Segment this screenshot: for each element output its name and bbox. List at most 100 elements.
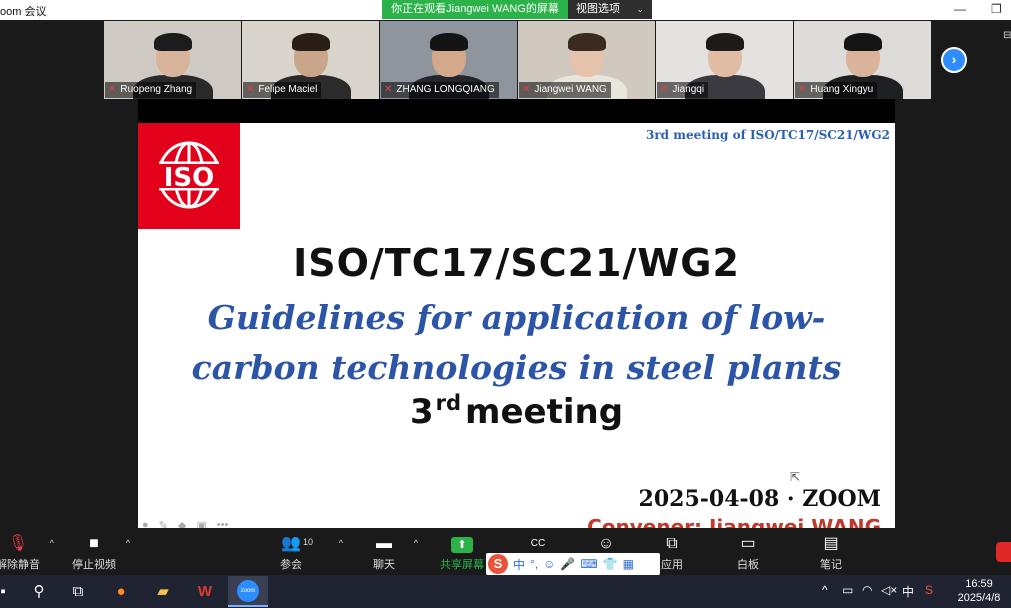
volume-muted-icon[interactable]: ◁× — [881, 583, 897, 597]
slide-header-bar — [138, 99, 895, 123]
zoom-taskbar-label: zoom — [237, 580, 259, 602]
chevron-right-icon: › — [951, 51, 957, 67]
emoji-icon[interactable]: ☺ — [543, 557, 555, 571]
cc-icon: CC — [530, 538, 546, 549]
sogou-tray-icon[interactable]: S — [925, 583, 933, 597]
participant-hair — [843, 33, 882, 51]
participant-tile[interactable]: ✕ Ruopeng Zhang — [104, 21, 241, 99]
chevron-up-icon[interactable]: ^ — [50, 538, 54, 548]
participant-tile[interactable]: ✕ ZHANG LONGQIANG — [380, 21, 517, 99]
side-panel-icon[interactable]: ⊟ — [1003, 30, 1011, 41]
whiteboard-button[interactable]: ▭ 白板 — [736, 534, 760, 572]
participant-tile[interactable]: ✕ Huang Xingyu — [794, 21, 931, 99]
meeting-word: meeting — [465, 392, 624, 432]
apps-button[interactable]: ⧉ 应用 — [660, 534, 684, 572]
notes-button[interactable]: ▤ 笔记 — [819, 534, 843, 572]
stop-video-button[interactable]: ■ 停止视频 ^ — [72, 534, 130, 572]
slide-date: 2025-04-08 · ZOOM — [638, 486, 881, 512]
ime-toolbar[interactable]: S 中 °, ☺ 🎤 ⌨ 👕 ▦ — [486, 553, 660, 575]
app-title: oom 会议 — [0, 6, 47, 18]
participant-tile[interactable]: ✕ Jiangqi — [656, 21, 793, 99]
meeting-number-digit: 3 — [409, 392, 434, 432]
mouse-cursor-icon: ⇱ — [790, 470, 801, 484]
end-meeting-button[interactable] — [996, 542, 1011, 562]
file-explorer-icon[interactable]: ▰ — [152, 581, 174, 603]
input-language[interactable]: 中 — [902, 583, 914, 600]
zoom-taskbar-icon[interactable]: zoom — [228, 576, 268, 607]
watching-screen-label: 你正在观看Jiangwei WANG的屏幕 — [382, 0, 568, 19]
notes-label: 笔记 — [820, 559, 842, 571]
next-page-button[interactable]: › — [941, 47, 967, 73]
whiteboard-icon: ▭ — [740, 535, 756, 552]
windows-taskbar: ▪ ⚲ ⧉ ● ▰ W zoom ^ ▭ ◠ ◁× 中 S 16:59 2025… — [0, 575, 1011, 608]
battery-icon[interactable]: ▭ — [842, 583, 853, 597]
voice-icon[interactable]: 🎤 — [560, 557, 575, 571]
participant-nameplate: ✕ Huang Xingyu — [795, 82, 878, 98]
eraser-icon[interactable]: ◆ — [178, 519, 186, 528]
apps-label: 应用 — [661, 559, 683, 571]
share-screen-button[interactable]: ⬆ 共享屏幕 — [440, 534, 484, 572]
unmute-button[interactable]: 🎙 解除静音 ^ — [0, 534, 54, 572]
skin-icon[interactable]: 👕 — [603, 557, 618, 571]
share-banner: 你正在观看Jiangwei WANG的屏幕 视图选项 ⌄ — [382, 0, 652, 19]
firefox-icon[interactable]: ● — [110, 581, 132, 603]
notes-icon: ▤ — [823, 535, 839, 552]
wifi-icon[interactable]: ◠ — [862, 583, 872, 597]
participant-nameplate: ✕ Jiangwei WANG — [519, 82, 611, 98]
punctuation-icon[interactable]: °, — [530, 557, 538, 571]
mic-muted-icon: ✕ — [798, 84, 807, 95]
window-titlebar: oom 会议 你正在观看Jiangwei WANG的屏幕 视图选项 ⌄ — ❐ — [0, 0, 1011, 20]
chat-button[interactable]: ▬ 聊天 ^ — [372, 534, 418, 572]
participant-nameplate: ✕ Jiangqi — [657, 82, 709, 98]
task-view-icon[interactable]: ⧉ — [67, 581, 89, 603]
whiteboard-label: 白板 — [737, 559, 759, 571]
show-hidden-icons-icon[interactable]: ^ — [822, 583, 828, 597]
participant-hair — [291, 33, 330, 51]
meeting-tag: 3rd meeting of ISO/TC17/SC21/WG2 — [646, 128, 890, 142]
smiley-icon: ☺ — [597, 535, 615, 552]
clock-date: 2025/4/8 — [957, 592, 1001, 604]
participant-name: Felipe Maciel — [258, 84, 318, 95]
participant-name: Ruopeng Zhang — [120, 84, 193, 95]
chevron-down-icon: ⌄ — [636, 4, 644, 14]
subtitle-line-2: carbon technologies in steel plants — [191, 348, 842, 387]
search-icon[interactable]: ⚲ — [28, 581, 50, 603]
share-arrow-icon: ⬆ — [440, 534, 484, 554]
start-icon[interactable]: ▪ — [0, 581, 14, 603]
pen-icon[interactable]: ✎ — [159, 519, 168, 528]
system-clock[interactable]: 16:59 2025/4/8 — [952, 577, 1006, 605]
participant-tile[interactable]: ✕ Jiangwei WANG — [518, 21, 655, 99]
minimize-button[interactable]: — — [954, 2, 966, 16]
apps-icon: ⧉ — [666, 535, 678, 552]
participant-tile[interactable]: ✕ Felipe Maciel — [242, 21, 379, 99]
mic-muted-icon: ✕ — [384, 84, 393, 95]
view-options-button[interactable]: 视图选项 ⌄ — [568, 0, 652, 19]
chevron-up-icon[interactable]: ^ — [126, 538, 130, 548]
iso-logo: ISO — [138, 123, 240, 229]
clock-time: 16:59 — [965, 578, 993, 590]
slide-annotation-toolbar[interactable]: ● ✎ ◆ ▣ ••• — [142, 519, 228, 528]
view-options-label: 视图选项 — [576, 3, 620, 15]
participant-hair — [429, 33, 468, 51]
chevron-up-icon[interactable]: ^ — [414, 538, 418, 548]
chevron-up-icon[interactable]: ^ — [339, 538, 343, 548]
sogou-logo-icon: S — [488, 554, 508, 574]
participant-nameplate: ✕ ZHANG LONGQIANG — [381, 82, 499, 98]
participant-hair — [567, 33, 606, 51]
participant-name: Huang Xingyu — [810, 84, 874, 95]
wps-icon[interactable]: W — [194, 581, 216, 603]
pointer-icon[interactable]: ● — [142, 519, 149, 528]
participant-gallery: ✕ Ruopeng Zhang ✕ Felipe Maciel ✕ ZHANG LONGQ… — [104, 21, 931, 99]
slide-convener: Convener: Jiangwei WANG — [587, 515, 881, 528]
restore-button[interactable]: ❐ — [991, 2, 1002, 16]
highlight-icon[interactable]: ▣ — [196, 519, 206, 528]
unmute-label: 解除静音 — [0, 559, 40, 571]
more-icon[interactable]: ••• — [217, 519, 229, 528]
ime-mode[interactable]: 中 — [513, 556, 525, 573]
slide-title: ISO/TC17/SC21/WG2 — [293, 241, 740, 285]
participant-name: Jiangqi — [672, 84, 705, 95]
mic-muted-icon: 🎙 — [7, 535, 29, 552]
keyboard-icon[interactable]: ⌨ — [580, 557, 597, 571]
toolbox-icon[interactable]: ▦ — [623, 557, 634, 571]
slide-subtitle: Guidelines for application of low- carbo… — [138, 293, 895, 393]
